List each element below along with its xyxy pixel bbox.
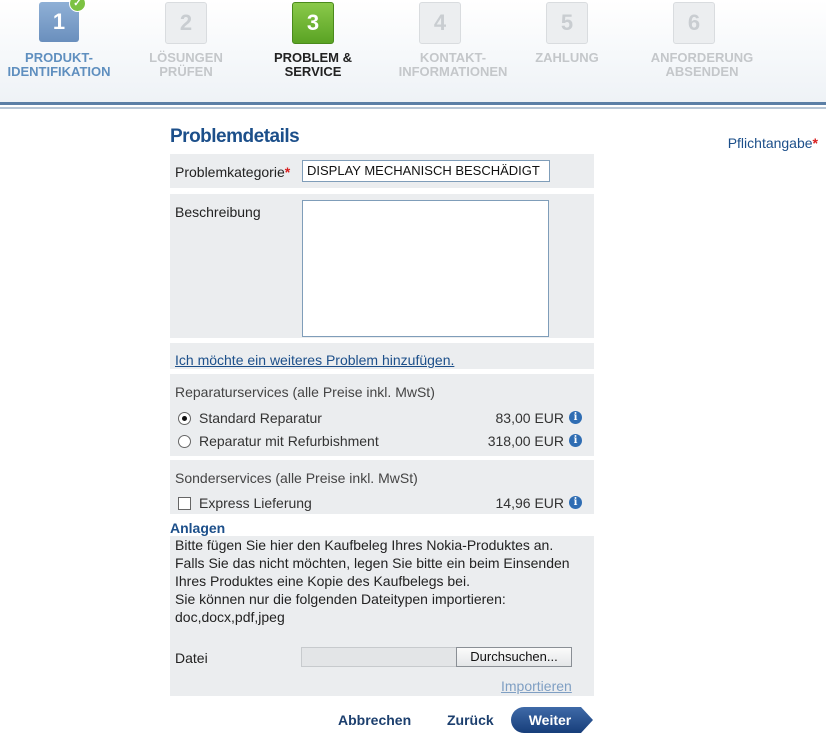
required-note: Pflichtangabe* — [727, 135, 818, 151]
refurbishment-radio[interactable] — [178, 435, 191, 448]
page-title: Problemdetails — [170, 126, 300, 147]
file-label: Datei — [175, 650, 208, 666]
option-label: Express Lieferung — [199, 495, 312, 511]
checkmark-icon: ✓ — [69, 0, 86, 12]
cancel-button[interactable]: Abbrechen — [338, 712, 411, 728]
required-star: * — [812, 135, 818, 151]
description-label: Beschreibung — [175, 204, 261, 220]
attachments-title: Anlagen — [170, 520, 226, 536]
info-icon[interactable]: i — [569, 496, 582, 509]
express-delivery-checkbox[interactable] — [178, 497, 191, 510]
description-textarea[interactable] — [302, 200, 549, 337]
browse-button[interactable]: Durchsuchen... — [456, 647, 572, 667]
option-label: Standard Reparatur — [199, 410, 322, 426]
step-6-label: ANFORDERUNG ABSENDEN — [650, 50, 754, 79]
header-divider — [0, 102, 826, 105]
category-row: Problemkategorie* DISPLAY MECHANISCH BES… — [170, 154, 594, 188]
step-5-label: ZAHLUNG — [535, 50, 599, 65]
add-problem-link[interactable]: Ich möchte ein weiteres Problem hinzufüg… — [175, 352, 454, 368]
option-price: 318,00 EUR — [487, 433, 564, 449]
next-button-label: Weiter — [528, 712, 572, 728]
import-link[interactable]: Importieren — [501, 678, 572, 694]
option-price: 14,96 EUR — [495, 495, 564, 511]
attachments-instructions: Bitte fügen Sie hier den Kaufbeleg Ihres… — [175, 537, 570, 625]
repair-option-standard[interactable]: Standard Reparatur 83,00 EUR i — [178, 410, 582, 428]
step-5-number: 5 — [546, 2, 588, 44]
wizard-progress: 1 ✓ PRODUKT- IDENTIFIKATION 2 LÖSUNGEN P… — [0, 0, 826, 104]
repair-services-panel: Reparaturservices (alle Preise inkl. MwS… — [170, 374, 594, 456]
option-label: Reparatur mit Refurbishment — [199, 433, 379, 449]
standard-repair-radio[interactable] — [178, 412, 191, 425]
attachments-panel: Bitte fügen Sie hier den Kaufbeleg Ihres… — [170, 536, 594, 696]
add-problem-row: Ich möchte ein weiteres Problem hinzufüg… — [170, 343, 594, 369]
info-icon[interactable]: i — [569, 411, 582, 424]
category-field[interactable]: DISPLAY MECHANISCH BESCHÄDIGT — [302, 160, 550, 182]
category-label: Problemkategorie* — [175, 164, 291, 180]
header-divider-light — [0, 107, 826, 109]
info-icon[interactable]: i — [569, 434, 582, 447]
step-2-number: 2 — [165, 2, 207, 44]
special-section-title: Sonderservices (alle Preise inkl. MwSt) — [175, 470, 418, 486]
step-3-label: PROBLEM & SERVICE — [274, 50, 352, 79]
repair-option-refurbishment[interactable]: Reparatur mit Refurbishment 318,00 EUR i — [178, 433, 582, 451]
file-path-field[interactable] — [301, 647, 458, 667]
step-3-number: 3 — [292, 2, 334, 44]
option-price: 83,00 EUR — [495, 410, 564, 426]
back-button[interactable]: Zurück — [447, 712, 494, 728]
step-4-number: 4 — [419, 2, 461, 44]
step-6-number: 6 — [673, 2, 715, 44]
description-row: Beschreibung — [170, 194, 594, 338]
special-option-express[interactable]: Express Lieferung 14,96 EUR i — [178, 495, 582, 513]
next-button[interactable]: Weiter — [511, 707, 593, 733]
special-services-panel: Sonderservices (alle Preise inkl. MwSt) … — [170, 460, 594, 514]
repair-section-title: Reparaturservices (alle Preise inkl. MwS… — [175, 384, 435, 400]
